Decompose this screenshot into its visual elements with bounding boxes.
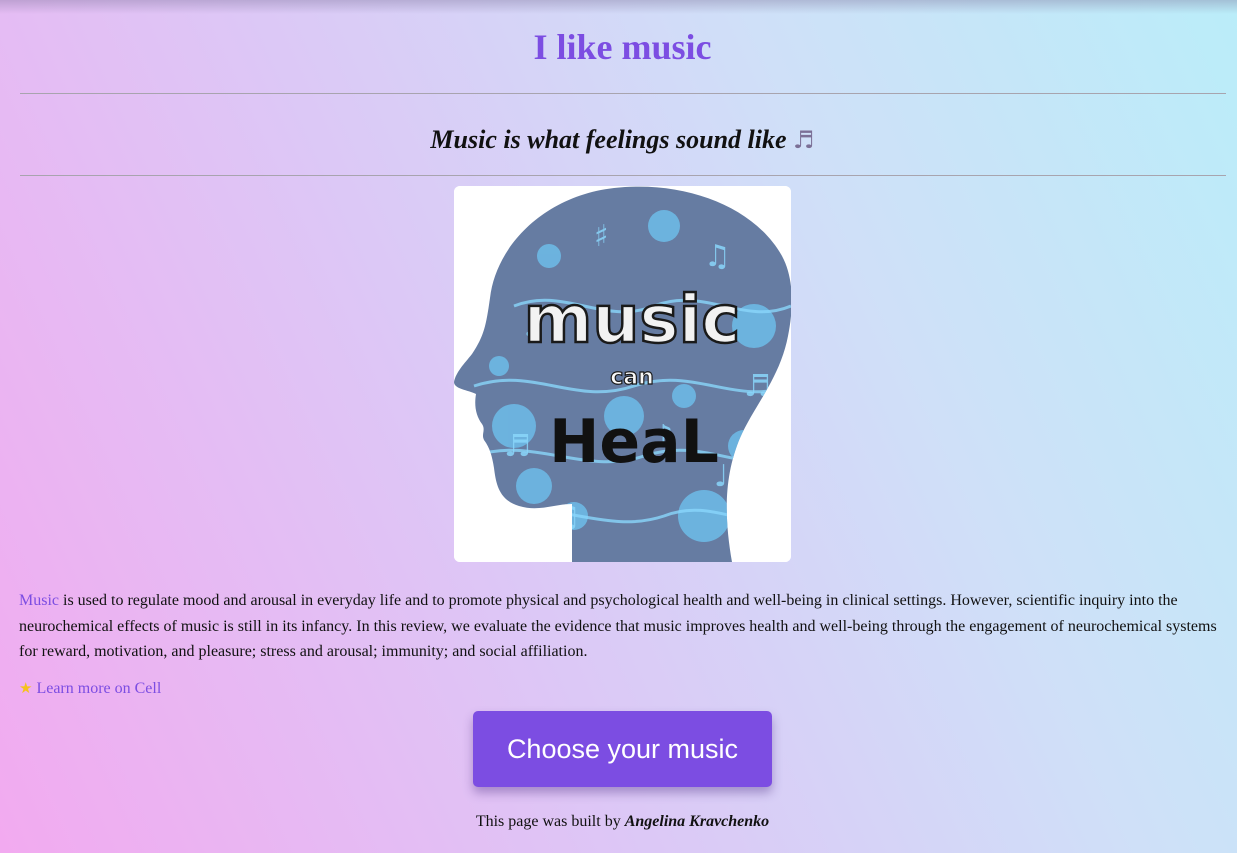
page-content: I like music Music is what feelings soun…	[0, 0, 1237, 831]
footer-text: This page was built by	[475, 812, 625, 830]
svg-text:♬: ♬	[504, 429, 531, 464]
musical-notes-icon: ♬	[793, 126, 815, 154]
subtitle-text: Music is what feelings sound like	[430, 125, 787, 154]
intro-text: is used to regulate mood and arousal in …	[19, 592, 1217, 660]
svg-text:HeaL: HeaL	[549, 407, 719, 477]
page-title: I like music	[533, 27, 712, 67]
music-can-heal-image: ♪ ♫ ♬ ♩ ♯ ♪ ♫ ♬ music can HeaL	[454, 186, 791, 562]
head-silhouette-illustration: ♪ ♫ ♬ ♩ ♯ ♪ ♫ ♬ music can HeaL	[454, 186, 791, 562]
learn-more-row: ★ Learn more on Cell	[19, 677, 1226, 699]
svg-text:can: can	[610, 365, 654, 390]
cta-row: Choose your music	[19, 710, 1226, 787]
learn-more-link[interactable]: Learn more on Cell	[36, 680, 161, 697]
star-icon: ★	[19, 678, 33, 697]
svg-text:♯: ♯	[594, 219, 609, 254]
choose-music-button[interactable]: Choose your music	[473, 710, 772, 787]
intro-paragraph: Music is used to regulate mood and arous…	[19, 588, 1226, 665]
svg-text:♫: ♫	[704, 239, 731, 274]
svg-text:music: music	[524, 281, 741, 358]
music-link[interactable]: Music	[19, 592, 59, 609]
page-subtitle: Music is what feelings sound like ♬	[19, 94, 1226, 157]
divider	[20, 175, 1226, 176]
footer: This page was built by Angelina Kravchen…	[19, 813, 1226, 831]
footer-author: Angelina Kravchenko	[624, 812, 770, 830]
